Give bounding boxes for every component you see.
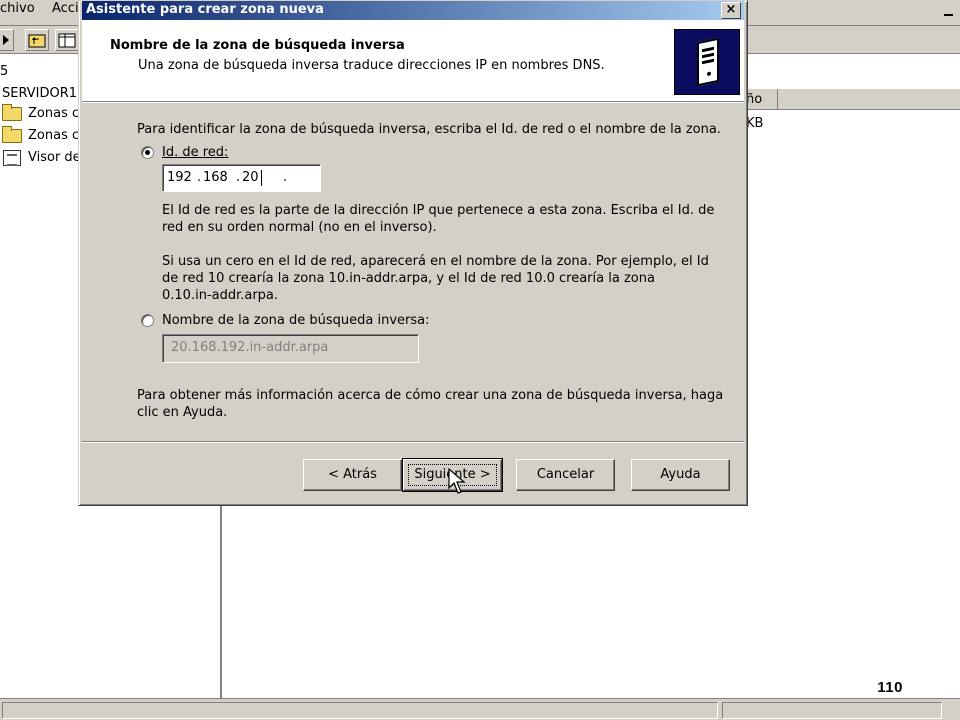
mouse-pointer-icon bbox=[448, 468, 466, 494]
up-level-button[interactable] bbox=[25, 29, 49, 51]
event-log-icon bbox=[3, 150, 21, 166]
menu-action[interactable]: Acci bbox=[52, 0, 79, 18]
tree-item[interactable]: 5 bbox=[0, 62, 8, 82]
intro-text: Para identificar la zona de búsqueda inv… bbox=[137, 122, 721, 137]
network-id-help-1: El Id de red es la parte de la dirección… bbox=[162, 203, 715, 235]
ip-dot: . bbox=[197, 170, 202, 185]
network-id-label: Id. de red: bbox=[162, 145, 229, 160]
close-icon: × bbox=[725, 2, 737, 17]
ip-dot: . bbox=[283, 170, 288, 185]
new-zone-wizard-dialog: Asistente para crear zona nueva × Nombre… bbox=[78, 0, 748, 506]
column-size[interactable]: ño bbox=[746, 89, 778, 110]
minimize-button[interactable] bbox=[940, 0, 958, 22]
details-pane-lower bbox=[226, 506, 960, 698]
folder-icon bbox=[2, 126, 22, 143]
more-info-text: Para obtener más información acerca de c… bbox=[137, 388, 724, 420]
ip-octet-1[interactable]: 192 bbox=[167, 166, 192, 190]
status-bar bbox=[0, 698, 960, 720]
title-bar[interactable]: Asistente para crear zona nueva × bbox=[82, 1, 744, 20]
header-subtitle: Una zona de búsqueda inversa traduce dir… bbox=[138, 58, 605, 73]
ip-octet-3[interactable]: 20 bbox=[242, 166, 259, 190]
minimize-icon bbox=[944, 14, 953, 16]
back-button[interactable]: < Atrás bbox=[303, 459, 402, 491]
network-id-input[interactable]: 192 . 168 . 20 . bbox=[162, 164, 321, 192]
wizard-header: Nombre de la zona de búsqueda inversa Un… bbox=[82, 20, 744, 102]
help-button[interactable]: Ayuda bbox=[631, 459, 730, 491]
zone-name-label: Nombre de la zona de búsqueda inversa: bbox=[162, 313, 430, 328]
close-button[interactable]: × bbox=[721, 2, 741, 19]
arrow-icon bbox=[3, 35, 9, 45]
folder-icon bbox=[2, 104, 22, 121]
ip-dot: . bbox=[236, 170, 241, 185]
folder-up-icon bbox=[28, 34, 46, 48]
menu-file[interactable]: chivo bbox=[0, 0, 35, 18]
zone-name-input[interactable]: 20.168.192.in-addr.arpa bbox=[162, 334, 419, 363]
button-divider bbox=[82, 441, 744, 443]
text-caret bbox=[261, 170, 262, 186]
cancel-button[interactable]: Cancelar bbox=[516, 459, 615, 491]
server-icon bbox=[674, 29, 740, 95]
header-title: Nombre de la zona de búsqueda inversa bbox=[110, 38, 405, 53]
status-cell bbox=[722, 702, 942, 719]
network-id-help-2: Si usa un cero en el Id de red, aparecer… bbox=[162, 254, 709, 303]
radio-zone-name[interactable] bbox=[141, 314, 154, 327]
dialog-title: Asistente para crear zona nueva bbox=[86, 2, 324, 17]
show-hide-tree-button[interactable] bbox=[55, 29, 79, 51]
column-header: ño bbox=[746, 88, 960, 110]
forward-button[interactable] bbox=[0, 29, 14, 51]
size-value: KB bbox=[746, 116, 764, 131]
tree-item-server[interactable]: SERVIDOR1 bbox=[2, 84, 77, 104]
page-number: 110 bbox=[877, 679, 903, 696]
status-cell bbox=[2, 702, 718, 719]
console-tree-icon bbox=[58, 33, 76, 48]
header-divider bbox=[82, 102, 744, 103]
ip-octet-2[interactable]: 168 bbox=[203, 166, 228, 190]
radio-network-id[interactable] bbox=[141, 146, 154, 159]
